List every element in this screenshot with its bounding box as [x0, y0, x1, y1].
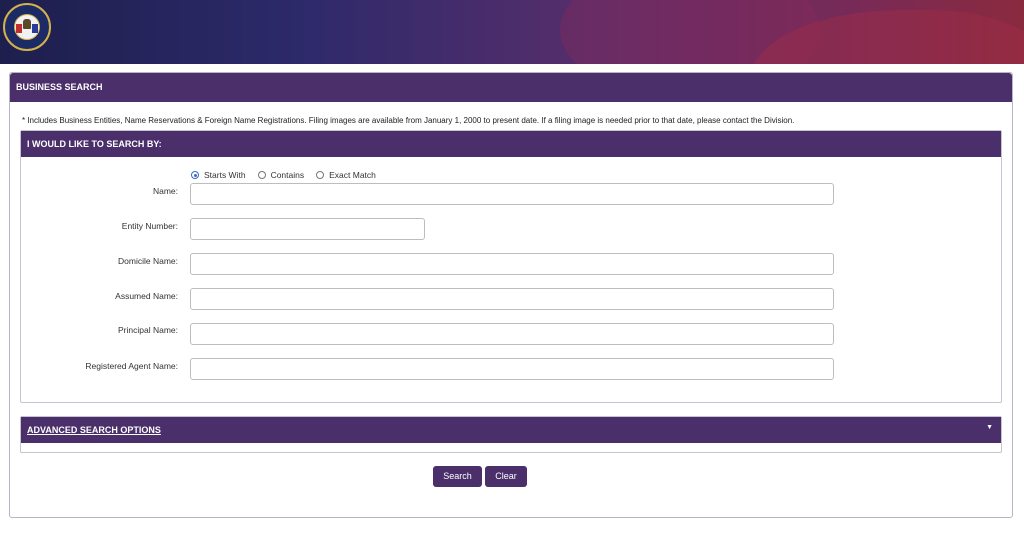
- radio-starts-with[interactable]: Starts With: [191, 170, 246, 180]
- flag-icon: [32, 24, 38, 33]
- site-banner: [0, 0, 1024, 64]
- advanced-search-link[interactable]: ADVANCED SEARCH OPTIONS: [27, 425, 161, 435]
- entity-number-label: Entity Number:: [121, 221, 178, 231]
- name-input[interactable]: [190, 183, 834, 205]
- registered-agent-name-input[interactable]: [190, 358, 834, 380]
- business-search-panel: BUSINESS SEARCH * Includes Business Enti…: [9, 72, 1013, 518]
- search-button[interactable]: Search: [433, 466, 482, 487]
- principal-name-input[interactable]: [190, 323, 834, 345]
- entity-number-input[interactable]: [190, 218, 425, 240]
- radio-label: Contains: [270, 170, 305, 180]
- radio-exact-match[interactable]: Exact Match: [316, 170, 376, 180]
- assumed-name-input[interactable]: [190, 288, 834, 310]
- eagle-icon: [23, 19, 31, 29]
- registered-agent-name-label: Registered Agent Name:: [85, 361, 178, 371]
- flag-icon: [16, 24, 22, 33]
- principal-name-label: Principal Name:: [118, 325, 178, 335]
- radio-unselected-icon[interactable]: [316, 171, 325, 179]
- search-note: * Includes Business Entities, Name Reser…: [22, 116, 795, 125]
- state-seal-logo[interactable]: [3, 3, 51, 51]
- domicile-name-input[interactable]: [190, 253, 834, 275]
- radio-label: Exact Match: [329, 170, 376, 180]
- clear-button[interactable]: Clear: [485, 466, 527, 487]
- assumed-name-label: Assumed Name:: [115, 291, 178, 301]
- match-type-options: Starts With Contains Exact Match: [191, 170, 376, 180]
- radio-selected-icon[interactable]: [191, 171, 199, 179]
- domicile-name-label: Domicile Name:: [118, 256, 178, 266]
- radio-unselected-icon[interactable]: [257, 171, 266, 179]
- search-by-panel: I WOULD LIKE TO SEARCH BY: Starts With C…: [20, 130, 1002, 403]
- radio-contains[interactable]: Contains: [257, 170, 305, 180]
- advanced-search-toggle[interactable]: ADVANCED SEARCH OPTIONS ▼: [21, 417, 1001, 443]
- business-search-title: BUSINESS SEARCH: [10, 73, 1012, 102]
- search-by-title: I WOULD LIKE TO SEARCH BY:: [21, 131, 1001, 157]
- advanced-search-panel: ADVANCED SEARCH OPTIONS ▼: [20, 416, 1002, 453]
- caret-down-icon[interactable]: ▼: [986, 424, 993, 431]
- radio-label: Starts With: [204, 170, 246, 180]
- name-label: Name:: [152, 186, 178, 196]
